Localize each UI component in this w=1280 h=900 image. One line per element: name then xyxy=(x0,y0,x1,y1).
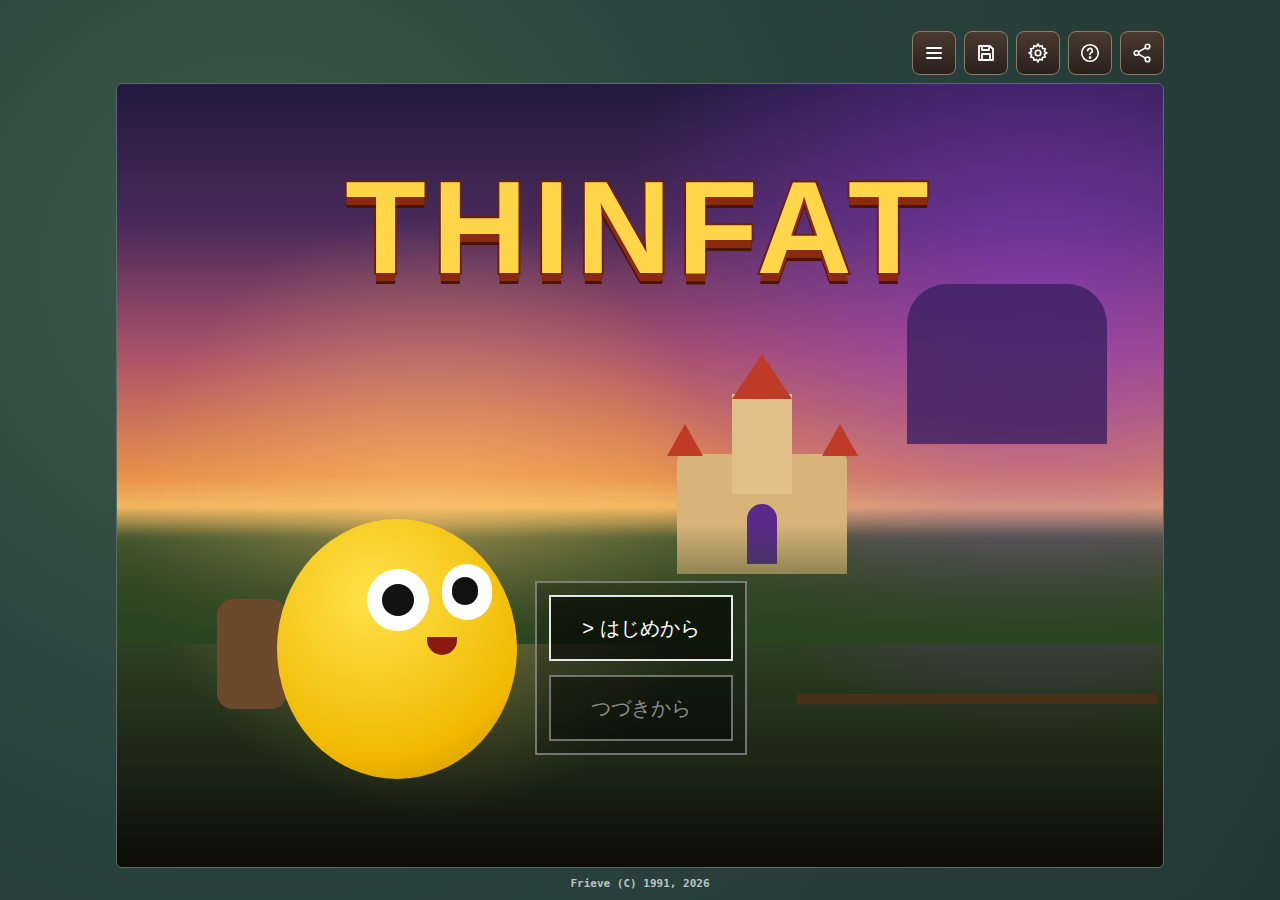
question-icon xyxy=(1079,42,1101,64)
menu-button[interactable] xyxy=(912,31,956,75)
save-button[interactable] xyxy=(964,31,1008,75)
floppy-icon xyxy=(976,43,996,63)
screen: THINFAT >はじめからつづきから Frieve (C) 1991, 202… xyxy=(0,0,1280,900)
menu-item[interactable]: >はじめから xyxy=(549,595,733,661)
mascot xyxy=(277,519,517,789)
menu-label: はじめから xyxy=(600,613,700,643)
gear-icon xyxy=(1027,42,1049,64)
menu-cursor: > xyxy=(582,613,594,643)
dark-castle xyxy=(907,284,1107,444)
share-button[interactable] xyxy=(1120,31,1164,75)
share-icon xyxy=(1131,42,1153,64)
menu-label: つづきから xyxy=(591,693,691,723)
toolbar xyxy=(116,31,1164,75)
settings-button[interactable] xyxy=(1016,31,1060,75)
menu-item: つづきから xyxy=(549,675,733,741)
title-screen: THINFAT >はじめからつづきから xyxy=(116,83,1164,868)
fence xyxy=(797,694,1157,704)
main-menu: >はじめからつづきから xyxy=(535,581,747,755)
game-title: THINFAT xyxy=(345,162,934,294)
copyright: Frieve (C) 1991, 2026 xyxy=(570,876,709,893)
hamburger-icon xyxy=(924,43,944,63)
help-button[interactable] xyxy=(1068,31,1112,75)
